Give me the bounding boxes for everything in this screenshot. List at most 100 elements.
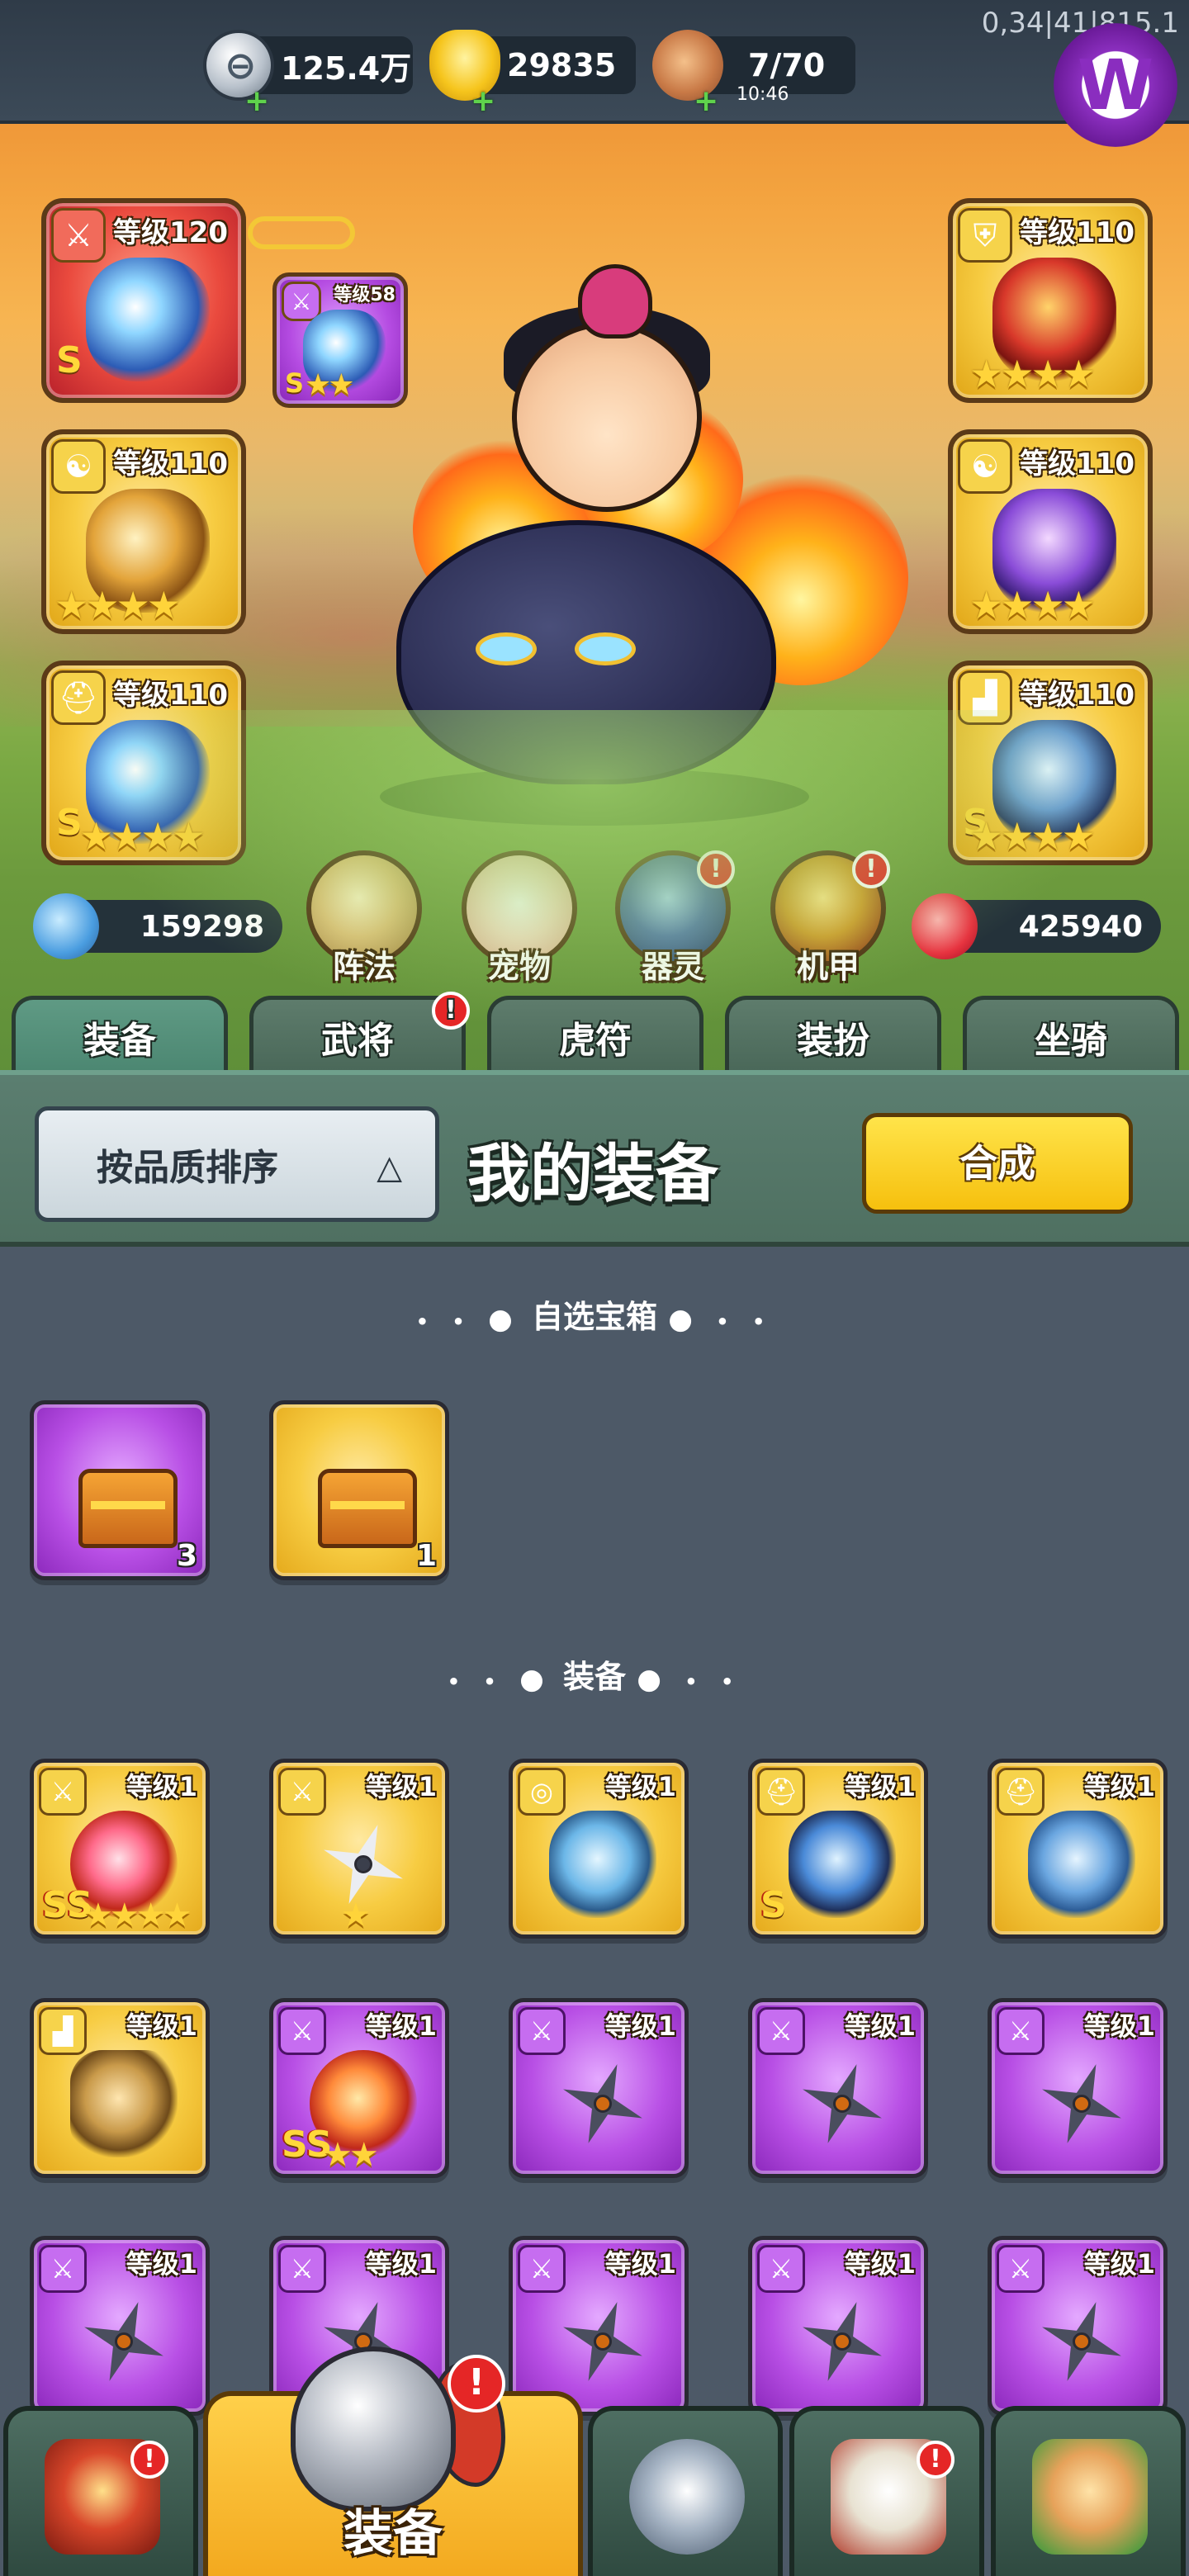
boots-art-icon	[70, 2050, 178, 2157]
alert-badge-icon: !	[432, 992, 470, 1030]
slot-stars: ★★★★	[969, 814, 1096, 859]
hero-hair-bun	[578, 264, 652, 339]
slot-stars: ★★	[305, 368, 355, 402]
slot-stars: ★★★★	[79, 814, 206, 859]
item-level: 等级1	[604, 2248, 676, 2280]
gold-value: 29835	[507, 47, 617, 83]
nav-scroll-button[interactable]: !	[789, 2406, 984, 2576]
shuriken-icon	[70, 2288, 178, 2395]
w-logo-icon[interactable]: W	[1054, 23, 1177, 147]
sort-dropdown[interactable]: 按品质排序 △	[35, 1106, 439, 1222]
slot-grade: S	[285, 367, 305, 399]
slot-weapon[interactable]: ⚔ 等级120 S	[41, 198, 246, 403]
tab-label: 武将	[321, 1020, 394, 1062]
equipment-item[interactable]: ⚔ 等级1	[509, 2236, 689, 2416]
helmet-icon: ⛑	[757, 1768, 805, 1816]
equipment-item[interactable]: ⚔ 等级1	[988, 1998, 1168, 2178]
tab-equipment[interactable]: 装备	[12, 996, 228, 1078]
hero-face	[512, 322, 702, 512]
shuriken-icon	[789, 2288, 896, 2395]
slot-level: 等级120	[113, 216, 228, 249]
stamina-timer: 10:46	[737, 84, 789, 105]
dots-decoration-icon: • • ●	[415, 1302, 521, 1336]
nav-equipment-button[interactable]: 装备 !	[203, 2346, 583, 2576]
helmet-icon	[291, 2346, 456, 2512]
hero-scene: + 125.4万 + 29835 + 7/70 10:46 0,34|41|81…	[0, 0, 1189, 1073]
feature-label: 机甲	[796, 949, 860, 985]
equipment-item[interactable]: ⚔ 等级1	[988, 2236, 1168, 2416]
tab-costume[interactable]: 装扮	[725, 996, 941, 1078]
equipment-item[interactable]: ⛑ 等级1	[988, 1759, 1168, 1939]
yin-yang-icon: ☯	[958, 439, 1012, 494]
hero-character[interactable]	[347, 264, 908, 834]
equipment-item[interactable]: ⚔ 等级1	[748, 2236, 928, 2416]
tab-mount[interactable]: 坐骑	[963, 996, 1179, 1078]
chest-item[interactable]: 3	[30, 1400, 210, 1580]
spirit-icon	[615, 850, 731, 966]
treasure-chest-icon	[70, 1452, 178, 1560]
item-grade: S	[760, 1884, 787, 1926]
silver-value: 125.4万	[281, 50, 412, 87]
link-chain-icon	[248, 216, 355, 249]
stamina-counter[interactable]: + 7/70 10:46	[652, 30, 855, 118]
item-level: 等级1	[604, 1771, 676, 1802]
hp-power: 425940	[912, 893, 1161, 959]
item-count: 1	[415, 1539, 437, 1573]
slot-boots[interactable]: ▟ 等级110 S ★★★★	[948, 661, 1153, 865]
treasure-chest-icon	[310, 1452, 417, 1560]
feature-formation-button[interactable]: 阵法	[302, 850, 426, 991]
slot-level: 等级110	[1020, 679, 1135, 712]
alert-badge-icon: !	[448, 2355, 505, 2413]
tab-generals[interactable]: 武将 !	[249, 992, 470, 1078]
slot-level: 等级110	[1020, 447, 1135, 481]
helmet-icon: ⛑	[51, 670, 106, 725]
slot-stars: ★★★★	[969, 352, 1096, 396]
hp-value: 425940	[1018, 909, 1143, 944]
equipment-item[interactable]: ⚔ 等级1	[748, 1998, 928, 2178]
feature-mecha-button[interactable]: 机甲 !	[766, 850, 890, 991]
equipment-item[interactable]: ⚔ 等级1	[509, 1998, 689, 2178]
add-silver-icon[interactable]: +	[244, 84, 269, 118]
slot-armor[interactable]: ⛨ 等级110 ★★★★	[948, 198, 1153, 403]
sword-icon: ⚔	[51, 208, 106, 263]
attack-value: 159298	[140, 909, 264, 944]
tab-tiger-tally[interactable]: 虎符	[487, 996, 703, 1078]
equipment-item[interactable]: ⚔ 等级1 SS ★★★★	[30, 1759, 210, 1939]
item-stars: ★★	[323, 2136, 379, 2174]
boot-icon: ▟	[958, 670, 1012, 725]
stamina-value: 7/70	[748, 47, 826, 83]
item-stars: ★	[341, 1896, 371, 1934]
item-level: 等级1	[1083, 2010, 1155, 2042]
compose-button[interactable]: 合成	[862, 1113, 1133, 1214]
mount-eye-icon	[476, 632, 537, 665]
equipment-item[interactable]: ▟ 等级1	[30, 1998, 210, 2178]
equipment-item[interactable]: ⚔ 等级1 SS ★★	[269, 1998, 449, 2178]
nav-upgrade-button[interactable]	[991, 2406, 1186, 2576]
nav-gate-button[interactable]: !	[3, 2406, 198, 2576]
chest-item[interactable]: 1	[269, 1400, 449, 1580]
slot-helmet[interactable]: ⛑ 等级110 S ★★★★	[41, 661, 246, 865]
item-count: 3	[176, 1539, 197, 1573]
dots-decoration-icon: • • ●	[447, 1662, 552, 1696]
sword-icon: ⚔	[278, 2245, 326, 2293]
slot-accessory-right[interactable]: ☯ 等级110 ★★★★	[948, 429, 1153, 634]
slot-level: 等级110	[1020, 216, 1135, 249]
equipment-item[interactable]: ◎ 等级1	[509, 1759, 689, 1939]
add-gold-icon[interactable]: +	[471, 84, 495, 118]
slot-accessory-left[interactable]: ☯ 等级110 ★★★★	[41, 429, 246, 634]
equipment-item[interactable]: ⚔ 等级1	[30, 2236, 210, 2416]
equipment-item[interactable]: ⛑ 等级1 S	[748, 1759, 928, 1939]
feature-spirit-button[interactable]: 器灵 !	[611, 850, 735, 991]
nav-battle-button[interactable]	[588, 2406, 783, 2576]
amulet-art-icon	[549, 1811, 656, 1918]
add-stamina-icon[interactable]: +	[694, 84, 718, 118]
equipment-item[interactable]: ⚔ 等级1 ★	[269, 1759, 449, 1939]
gold-counter[interactable]: + 29835	[429, 30, 636, 118]
silver-counter[interactable]: + 125.4万	[203, 30, 413, 118]
feature-pet-button[interactable]: 宠物	[457, 850, 581, 991]
helmet-art-icon	[1028, 1811, 1135, 1918]
shuriken-icon	[1028, 2288, 1135, 2395]
slot-grade: S	[963, 802, 989, 844]
sword-icon: ⚔	[39, 1768, 87, 1816]
sword-icon: ⚔	[997, 2245, 1045, 2293]
